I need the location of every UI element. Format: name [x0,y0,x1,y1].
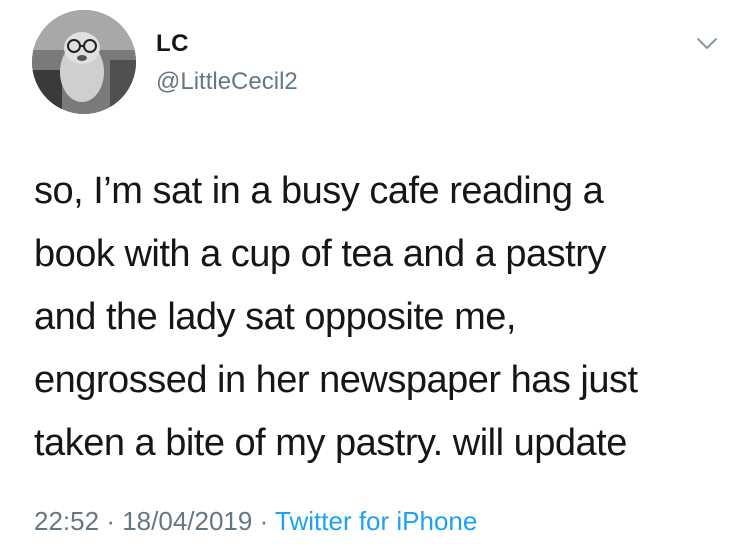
separator: · [259,506,269,536]
tweet-text-line: so, I’m sat in a busy cafe reading a [34,170,604,212]
avatar-image [32,10,136,114]
author-handle[interactable]: @LittleCecil2 [156,68,298,96]
tweet-date[interactable]: 18/04/2019 [122,506,252,536]
tweet-metadata: 22:52 · 18/04/2019 · Twitter for iPhone [34,506,477,537]
tweet-text-line: book with a cup of tea and a pastry [34,233,606,275]
tweet-text-line: and the lady sat opposite me, [34,296,516,338]
separator: · [106,506,115,536]
avatar[interactable] [32,10,136,114]
chevron-down-icon[interactable] [694,30,720,56]
tweet-text: so, I’m sat in a busy cafe reading a boo… [34,160,734,475]
tweet-text-line: engrossed in her newspaper has just [34,359,638,401]
tweet-text-line: taken a bite of my pastry. will update [34,422,627,464]
author-name[interactable]: LC [156,30,189,58]
tweet-time[interactable]: 22:52 [34,506,99,536]
tweet-source-link[interactable]: Twitter for iPhone [275,506,477,536]
